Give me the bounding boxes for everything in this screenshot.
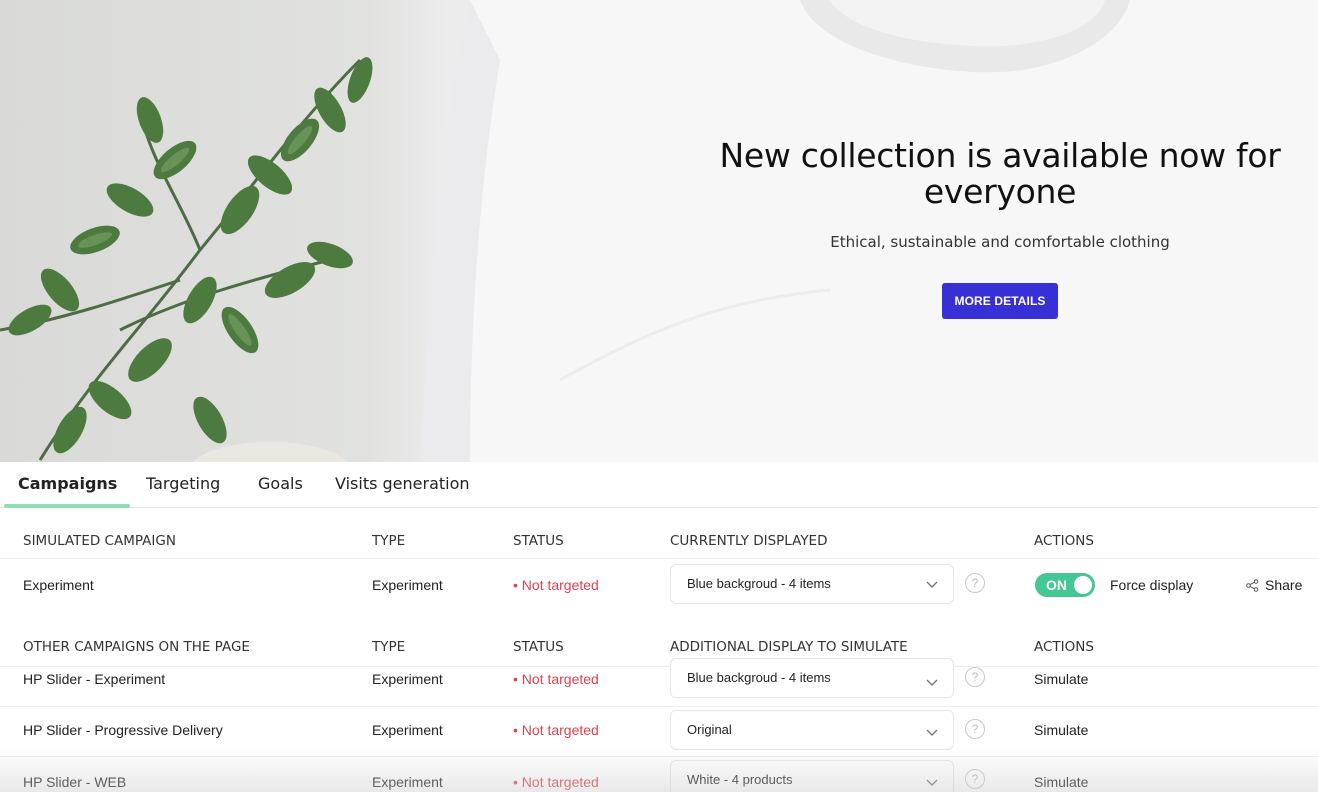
force-display-label: Force display: [1110, 577, 1194, 593]
tab-campaigns[interactable]: Campaigns: [18, 474, 117, 493]
toggle-label: ON: [1046, 577, 1067, 593]
tab-bar: Campaigns Targeting Goals Visits generat…: [0, 462, 1318, 508]
campaign-name: Experiment: [23, 577, 94, 593]
table-row: HP Slider - Experiment Experiment • Not …: [0, 658, 1318, 706]
toggle-knob: [1074, 576, 1092, 594]
hero-text: New collection is available now for ever…: [700, 138, 1300, 319]
share-button[interactable]: Share: [1246, 577, 1302, 593]
table-row: HP Slider - WEB Experiment • Not targete…: [0, 756, 1318, 792]
header-status: STATUS: [513, 639, 564, 655]
other-campaigns-header: OTHER CAMPAIGNS ON THE PAGE TYPE STATUS …: [0, 631, 1318, 661]
status-badge: • Not targeted: [513, 774, 599, 790]
hero-subtitle: Ethical, sustainable and comfortable clo…: [830, 233, 1170, 251]
campaign-type: Experiment: [372, 774, 443, 790]
header-other-campaigns: OTHER CAMPAIGNS ON THE PAGE: [23, 639, 250, 655]
simulate-button[interactable]: Simulate: [1034, 722, 1088, 738]
tab-goals[interactable]: Goals: [258, 474, 303, 493]
help-icon[interactable]: ?: [965, 573, 985, 593]
variation-select[interactable]: Original: [670, 710, 954, 750]
table-row: HP Slider - Progressive Delivery Experim…: [0, 706, 1318, 754]
variation-select[interactable]: Blue backgroud - 4 items: [670, 658, 954, 698]
simulate-button[interactable]: Simulate: [1034, 774, 1088, 790]
campaign-name: HP Slider - Progressive Delivery: [23, 722, 223, 738]
header-status: STATUS: [513, 533, 564, 549]
header-type: TYPE: [372, 639, 406, 655]
simulated-campaign-header: SIMULATED CAMPAIGN TYPE STATUS CURRENTLY…: [0, 525, 1318, 555]
campaign-name: HP Slider - Experiment: [23, 671, 166, 687]
variation-select[interactable]: Blue backgroud - 4 items: [670, 564, 954, 604]
tab-targeting[interactable]: Targeting: [146, 474, 220, 493]
header-actions: ACTIONS: [1034, 533, 1094, 549]
active-tab-indicator: [4, 504, 130, 508]
chevron-down-icon: [926, 729, 938, 736]
header-simulated-campaign: SIMULATED CAMPAIGN: [23, 533, 176, 549]
header-currently-displayed: CURRENTLY DISPLAYED: [670, 533, 828, 549]
campaign-name: HP Slider - WEB: [23, 774, 127, 790]
header-actions: ACTIONS: [1034, 639, 1094, 655]
share-icon: [1246, 579, 1259, 592]
help-icon[interactable]: ?: [965, 769, 985, 789]
header-type: TYPE: [372, 533, 406, 549]
chevron-down-icon: [926, 779, 938, 786]
more-details-button[interactable]: MORE DETAILS: [941, 283, 1059, 319]
simulate-button[interactable]: Simulate: [1034, 671, 1088, 687]
status-badge: • Not targeted: [513, 577, 599, 593]
hero-banner: New collection is available now for ever…: [0, 0, 1318, 462]
divider: [0, 558, 1318, 559]
table-row: Experiment Experiment • Not targeted Blu…: [0, 563, 1318, 607]
campaign-type: Experiment: [372, 671, 443, 687]
help-icon[interactable]: ?: [965, 667, 985, 687]
tab-visits-generation[interactable]: Visits generation: [335, 474, 470, 493]
hero-title: New collection is available now for ever…: [719, 136, 1281, 211]
select-value: White - 4 products: [687, 772, 793, 787]
status-badge: • Not targeted: [513, 671, 599, 687]
select-value: Blue backgroud - 4 items: [687, 576, 831, 591]
chevron-down-icon: [926, 679, 938, 686]
variation-select[interactable]: White - 4 products: [670, 760, 954, 792]
campaign-type: Experiment: [372, 722, 443, 738]
status-badge: • Not targeted: [513, 722, 599, 738]
campaign-type: Experiment: [372, 577, 443, 593]
force-display-toggle[interactable]: ON: [1035, 573, 1095, 597]
select-value: Original: [687, 722, 732, 737]
select-value: Blue backgroud - 4 items: [687, 670, 831, 685]
chevron-down-icon: [926, 581, 938, 588]
help-icon[interactable]: ?: [965, 719, 985, 739]
header-additional-display: ADDITIONAL DISPLAY TO SIMULATE: [670, 639, 908, 655]
